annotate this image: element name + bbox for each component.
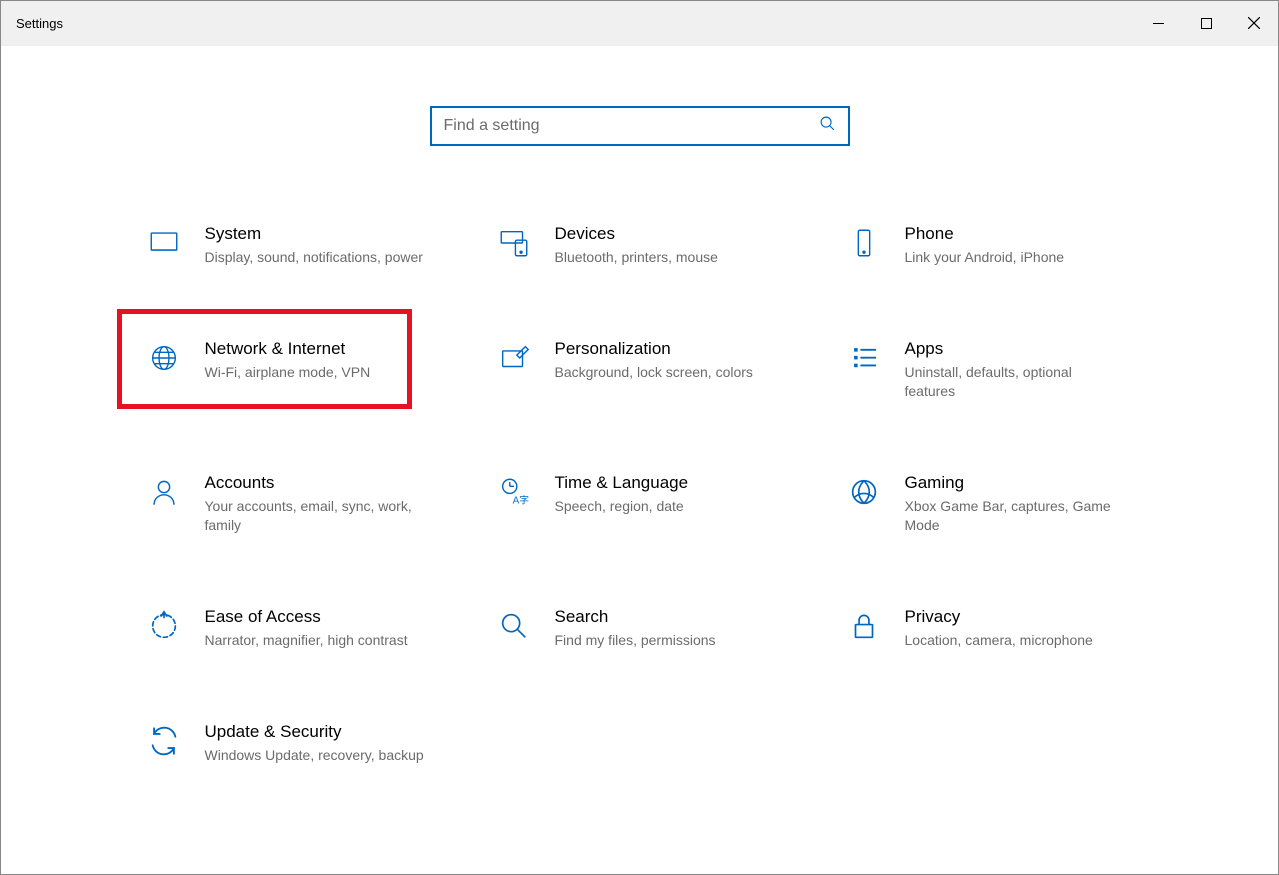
tile-search[interactable]: Search Find my files, permissions [485,599,795,659]
tile-phone[interactable]: Phone Link your Android, iPhone [835,216,1145,276]
tile-title: Gaming [905,473,1125,493]
tile-desc: Narrator, magnifier, high contrast [205,631,408,651]
tile-time-language[interactable]: A字 Time & Language Speech, region, date [485,465,795,544]
tile-title: Update & Security [205,722,424,742]
devices-icon [495,224,533,262]
search-icon [819,115,836,137]
search-input[interactable] [444,117,819,135]
tile-title: Network & Internet [205,339,371,359]
tile-desc: Link your Android, iPhone [905,248,1065,268]
svg-text:A字: A字 [512,493,529,506]
tile-desc: Bluetooth, printers, mouse [555,248,718,268]
apps-icon [845,339,883,377]
tile-desc: Your accounts, email, sync, work, family [205,497,425,536]
tile-desc: Uninstall, defaults, optional features [905,363,1125,402]
tile-title: Privacy [905,607,1093,627]
time-language-icon: A字 [495,473,533,511]
search-box[interactable] [430,106,850,146]
tile-desc: Xbox Game Bar, captures, Game Mode [905,497,1125,536]
search-container [1,106,1278,146]
tile-devices[interactable]: Devices Bluetooth, printers, mouse [485,216,795,276]
tile-desc: Wi-Fi, airplane mode, VPN [205,363,371,383]
tile-title: Ease of Access [205,607,408,627]
close-button[interactable] [1230,1,1278,45]
minimize-button[interactable] [1134,1,1182,45]
search-category-icon [495,607,533,645]
tile-privacy[interactable]: Privacy Location, camera, microphone [835,599,1145,659]
tile-desc: Background, lock screen, colors [555,363,753,383]
tile-accounts[interactable]: Accounts Your accounts, email, sync, wor… [135,465,445,544]
tile-desc: Find my files, permissions [555,631,716,651]
gaming-icon [845,473,883,511]
tile-desc: Speech, region, date [555,497,689,517]
system-icon [145,224,183,262]
category-grid: System Display, sound, notifications, po… [135,216,1145,773]
tile-system[interactable]: System Display, sound, notifications, po… [135,216,445,276]
phone-icon [845,224,883,262]
tile-title: Search [555,607,716,627]
tile-desc: Location, camera, microphone [905,631,1093,651]
tile-desc: Windows Update, recovery, backup [205,746,424,766]
accounts-icon [145,473,183,511]
tile-desc: Display, sound, notifications, power [205,248,423,268]
tile-title: Accounts [205,473,425,493]
window-title: Settings [16,16,63,31]
personalization-icon [495,339,533,377]
tile-title: Personalization [555,339,753,359]
settings-window: Settings [0,0,1279,875]
tile-gaming[interactable]: Gaming Xbox Game Bar, captures, Game Mod… [835,465,1145,544]
tile-title: Time & Language [555,473,689,493]
ease-of-access-icon [145,607,183,645]
lock-icon [845,607,883,645]
tile-network-internet[interactable]: Network & Internet Wi-Fi, airplane mode,… [135,331,445,410]
tile-title: Apps [905,339,1125,359]
tile-title: System [205,224,423,244]
window-controls [1134,1,1278,45]
content-area: System Display, sound, notifications, po… [1,46,1278,874]
globe-icon [145,339,183,377]
tile-personalization[interactable]: Personalization Background, lock screen,… [485,331,795,410]
update-icon [145,722,183,760]
maximize-button[interactable] [1182,1,1230,45]
titlebar: Settings [1,1,1278,46]
tile-update-security[interactable]: Update & Security Windows Update, recove… [135,714,445,774]
tile-apps[interactable]: Apps Uninstall, defaults, optional featu… [835,331,1145,410]
tile-title: Phone [905,224,1065,244]
tile-title: Devices [555,224,718,244]
tile-ease-of-access[interactable]: Ease of Access Narrator, magnifier, high… [135,599,445,659]
